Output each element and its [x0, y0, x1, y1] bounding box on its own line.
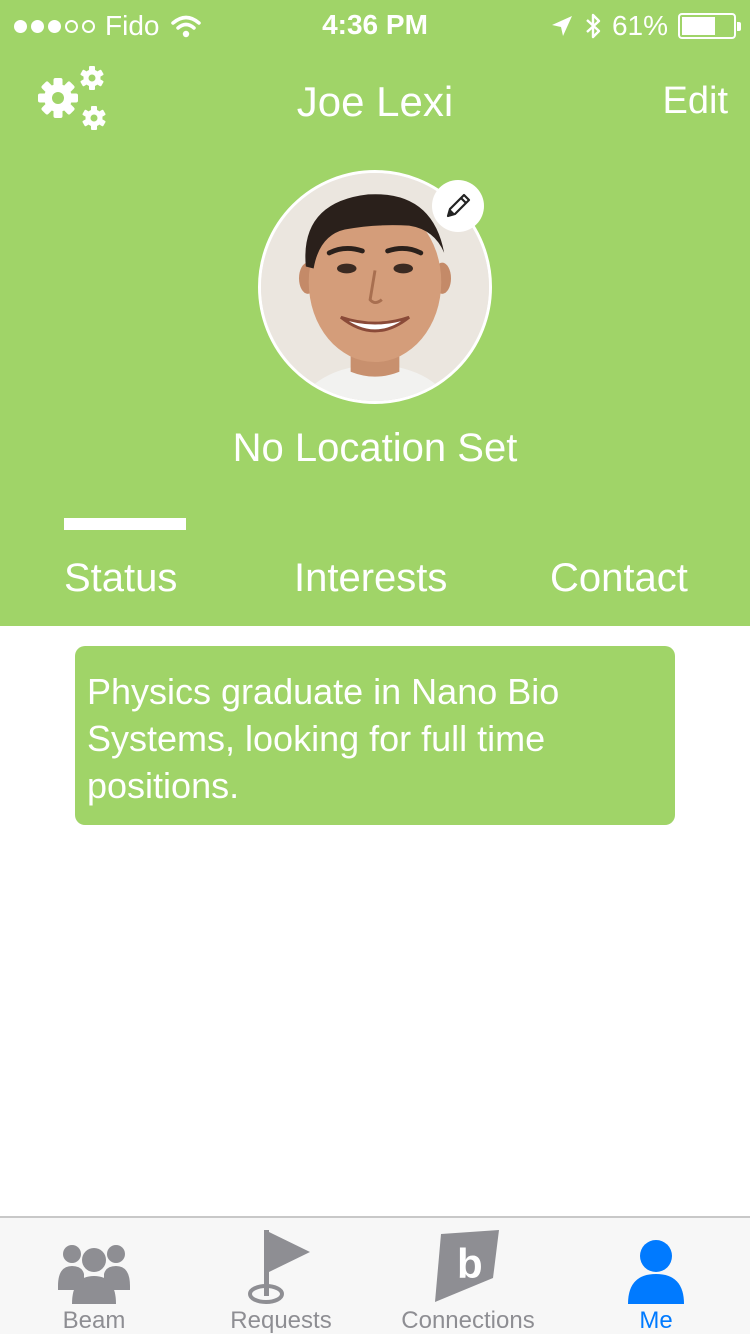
location-label: No Location Set	[232, 426, 518, 470]
tab-contact[interactable]: Contact	[550, 556, 688, 601]
b-logo-icon: b	[435, 1230, 499, 1302]
battery-percent: 61%	[611, 10, 668, 41]
tab-bar-beam-label: Beam	[62, 1307, 126, 1334]
tab-status[interactable]: Status	[64, 556, 177, 601]
svg-text:b: b	[457, 1240, 483, 1287]
group-icon	[58, 1245, 130, 1304]
tab-bar-connections-label: Connections	[401, 1307, 535, 1334]
status-bar: Fido 4:36 PM 61%	[0, 0, 750, 50]
active-tab-indicator	[64, 518, 186, 530]
edit-photo-button[interactable]	[432, 180, 484, 232]
flag-icon	[248, 1230, 310, 1304]
tab-bar-beam[interactable]: Beam	[34, 1218, 154, 1334]
pencil-icon	[446, 193, 471, 218]
battery-icon	[678, 13, 741, 39]
profile-name-title: Joe Lexi	[296, 78, 454, 125]
bottom-tab-bar: Beam Requests b Connections Me	[0, 1216, 750, 1334]
tab-bar-me[interactable]: Me	[606, 1218, 706, 1334]
bluetooth-icon	[586, 13, 601, 39]
profile-screen: Fido 4:36 PM 61% Joe Lexi Edit No Locati…	[0, 0, 750, 1334]
location-arrow-icon	[551, 16, 572, 36]
tab-bar-me-label: Me	[639, 1307, 673, 1334]
tab-bar-requests[interactable]: Requests	[216, 1218, 346, 1334]
status-right: 61%	[550, 10, 741, 42]
tab-bar-connections[interactable]: b Connections	[390, 1218, 546, 1334]
profile-header: Fido 4:36 PM 61% Joe Lexi Edit No Locati…	[0, 0, 750, 626]
status-message-card: Physics graduate in Nano Bio Systems, lo…	[75, 646, 675, 825]
edit-button[interactable]: Edit	[663, 80, 728, 123]
person-icon	[628, 1240, 684, 1304]
tab-interests[interactable]: Interests	[294, 556, 447, 601]
tab-bar-requests-label: Requests	[230, 1307, 332, 1334]
